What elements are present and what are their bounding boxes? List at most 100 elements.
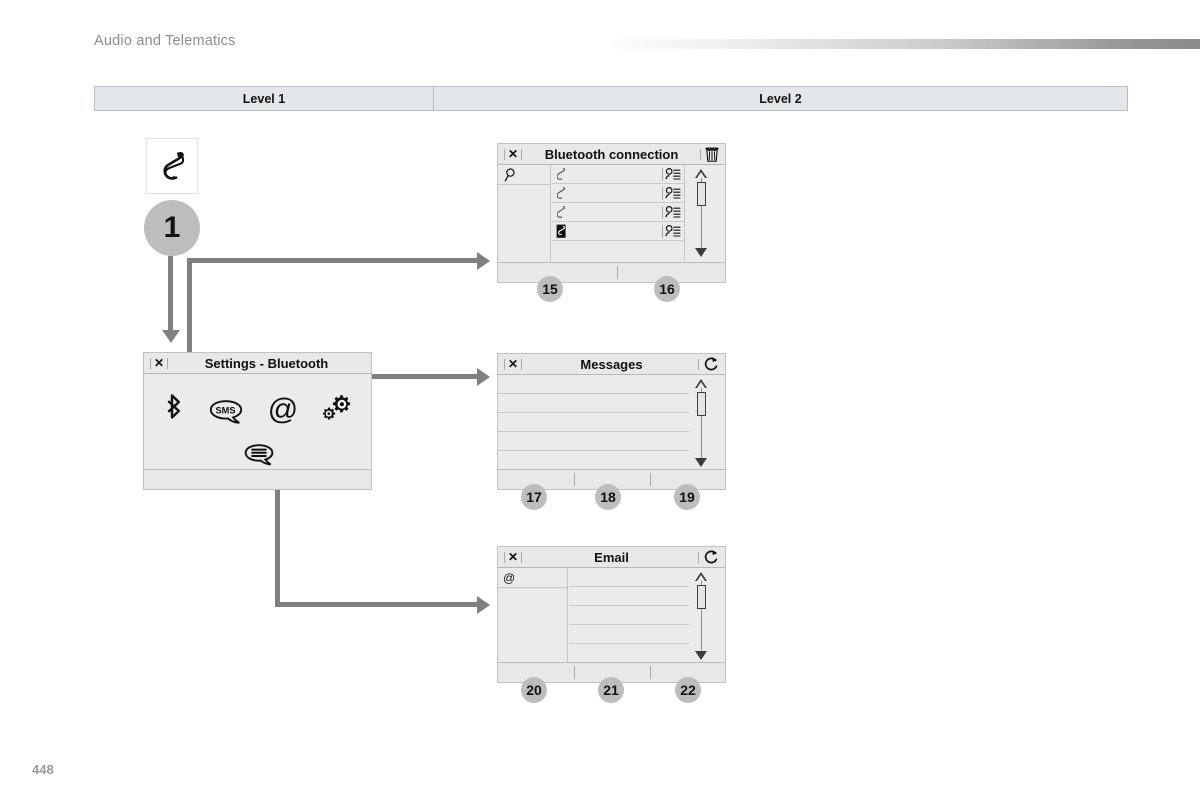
list-item[interactable] — [569, 625, 689, 644]
panel-messages: ✕ Messages — [497, 353, 726, 490]
callout-number: 20 — [526, 682, 542, 698]
close-button[interactable]: ✕ — [150, 353, 169, 373]
messages-list[interactable] — [498, 375, 689, 470]
panel-body — [498, 375, 725, 489]
email-list[interactable] — [569, 568, 689, 663]
magnifier-icon — [504, 167, 515, 181]
scrollbar-thumb[interactable] — [696, 585, 706, 609]
divider-tick — [504, 551, 505, 563]
phone-handset-icon — [557, 167, 566, 182]
scroll-up-icon[interactable] — [695, 572, 707, 581]
divider-tick — [650, 473, 651, 486]
delete-button[interactable] — [700, 144, 719, 164]
scroll-up-icon[interactable] — [695, 169, 707, 178]
callout-number: 1 — [163, 211, 181, 244]
scroll-down-icon[interactable] — [695, 651, 707, 667]
close-button[interactable]: ✕ — [504, 144, 523, 164]
panel-body — [498, 165, 725, 282]
panel-title-bar: ✕ Settings - Bluetooth — [144, 353, 371, 374]
divider-tick — [504, 358, 505, 370]
panel-title-text: Settings - Bluetooth — [204, 355, 329, 371]
list-item[interactable] — [498, 375, 689, 394]
table-row[interactable] — [552, 222, 684, 241]
list-item[interactable] — [569, 587, 689, 606]
table-row[interactable] — [552, 184, 684, 203]
close-button[interactable]: ✕ — [504, 547, 523, 567]
at-sign-icon: @ — [268, 394, 298, 425]
settings-sms-button[interactable]: SMS — [208, 400, 246, 425]
connector-bt-horizontal — [187, 258, 479, 263]
panel-body: SMS @ — [144, 374, 371, 489]
callout-circle-17: 17 — [521, 484, 547, 510]
panel-title-text: Bluetooth connection — [544, 146, 679, 162]
email-account-button[interactable]: @ — [498, 568, 568, 588]
scroll-down-icon[interactable] — [695, 458, 707, 474]
callout-number: 21 — [603, 682, 619, 698]
connector-1-to-settings-vertical — [168, 256, 173, 334]
divider-tick — [574, 473, 575, 486]
sms-bubble-icon: SMS — [209, 400, 243, 424]
contact-list-icon — [662, 224, 681, 238]
page-number: 448 — [32, 762, 54, 777]
close-button[interactable]: ✕ — [504, 354, 523, 374]
scrollbar-thumb[interactable] — [696, 392, 706, 416]
svg-text:SMS: SMS — [216, 406, 236, 416]
settings-gears-button[interactable] — [322, 394, 352, 422]
settings-email-button[interactable]: @ — [268, 394, 298, 425]
list-item[interactable] — [569, 606, 689, 625]
callout-number: 19 — [679, 489, 695, 505]
search-button[interactable] — [498, 165, 551, 185]
callout-circle-19: 19 — [674, 484, 700, 510]
panel-settings-bluetooth: ✕ Settings - Bluetooth SMS @ — [143, 352, 372, 490]
table-row[interactable] — [552, 165, 684, 184]
bluetooth-icon — [167, 394, 180, 419]
scrollbar-vertical[interactable] — [692, 169, 710, 264]
panel-title-bar: ✕ Bluetooth connection — [498, 144, 725, 165]
divider-tick — [521, 358, 523, 370]
list-item[interactable] — [498, 413, 689, 432]
callout-circle-1: 1 — [144, 200, 200, 256]
settings-messages-button[interactable] — [244, 444, 276, 470]
scroll-down-icon[interactable] — [695, 248, 707, 264]
list-item[interactable] — [498, 451, 689, 470]
close-icon: ✕ — [508, 357, 519, 371]
scrollbar-vertical[interactable] — [692, 379, 710, 474]
scrollbar-track[interactable] — [696, 581, 706, 651]
panel-email: ✕ Email @ — [497, 546, 726, 683]
list-item[interactable] — [498, 394, 689, 413]
phone-handset-icon — [557, 186, 566, 201]
settings-bluetooth-button[interactable] — [166, 394, 185, 420]
list-item[interactable] — [569, 644, 689, 663]
list-item[interactable] — [498, 432, 689, 451]
svg-text:@: @ — [268, 394, 298, 425]
callout-number: 16 — [659, 281, 675, 297]
level-table-header: Level 1 Level 2 — [94, 86, 1128, 111]
refresh-button[interactable] — [698, 354, 719, 374]
scrollbar-track[interactable] — [696, 178, 706, 248]
divider-tick — [521, 148, 523, 160]
bluetooth-device-list[interactable] — [552, 165, 684, 260]
scrollbar-thumb[interactable] — [696, 182, 706, 206]
header-gradient-bar — [612, 39, 1200, 49]
contact-list-icon — [662, 205, 681, 219]
level1-phone-icon-box[interactable] — [146, 138, 198, 194]
divider-tick — [504, 148, 505, 160]
refresh-button[interactable] — [698, 547, 719, 567]
list-item[interactable] — [569, 568, 689, 587]
phone-handset-icon — [557, 205, 566, 220]
table-row[interactable] — [552, 203, 684, 222]
table-row-empty[interactable] — [552, 241, 684, 260]
callout-circle-16: 16 — [654, 276, 680, 302]
connector-email-arrowhead — [477, 595, 490, 614]
divider-tick — [650, 666, 651, 679]
divider-tick — [700, 148, 701, 160]
callout-number: 18 — [600, 489, 616, 505]
scrollbar-vertical[interactable] — [692, 572, 710, 667]
scroll-up-icon[interactable] — [695, 379, 707, 388]
phone-filled-icon — [556, 224, 567, 239]
scrollbar-track[interactable] — [696, 388, 706, 458]
email-left-sidebar: @ — [498, 568, 568, 662]
callout-circle-18: 18 — [595, 484, 621, 510]
panel-title-bar: ✕ Messages — [498, 354, 725, 375]
panel-body: @ — [498, 568, 725, 682]
